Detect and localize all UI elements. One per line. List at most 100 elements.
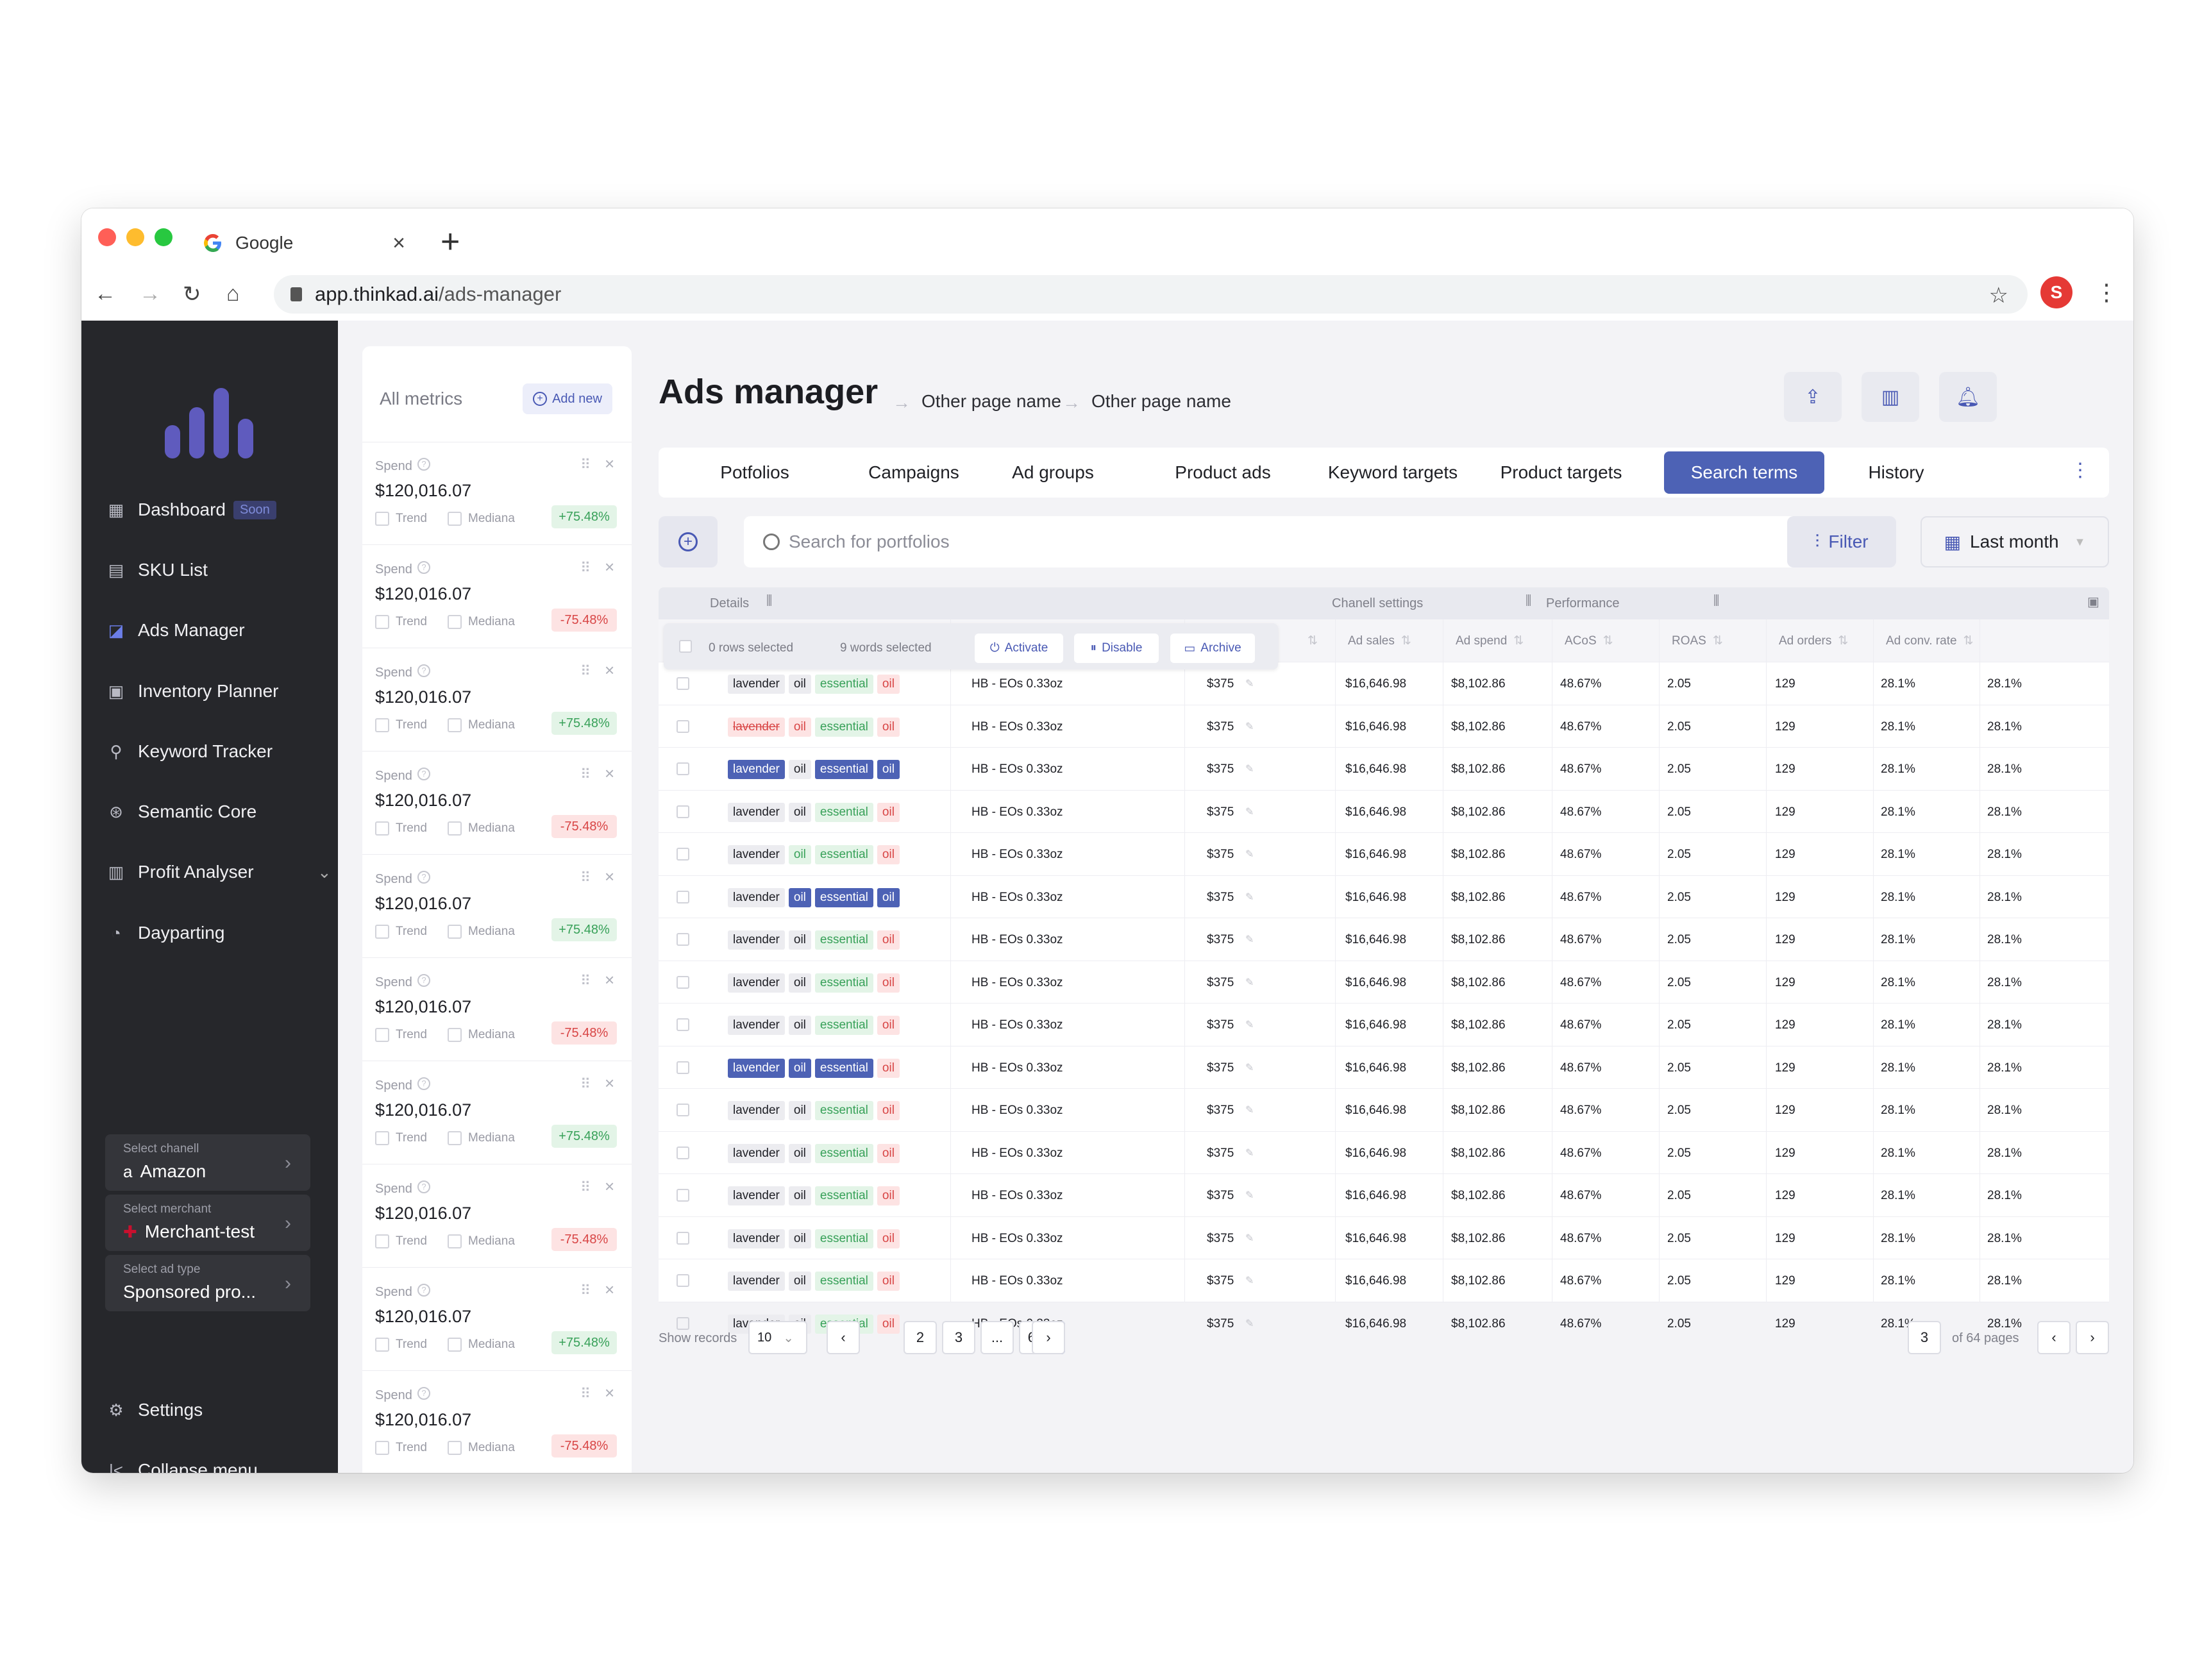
reports-button[interactable]: ▥: [1862, 372, 1919, 422]
keyword-word-chip[interactable]: oil: [877, 1143, 900, 1163]
prev-page-button[interactable]: ‹: [2037, 1321, 2071, 1354]
column-header[interactable]: Ad sales ⇅: [1348, 634, 1411, 648]
drag-handle-icon[interactable]: ⠿: [580, 1282, 591, 1299]
collapse-menu-button[interactable]: |< Collapse menu: [106, 1452, 258, 1473]
metric-card[interactable]: Spend? ⠿ × $120,016.07 Trend Mediana +75.48%: [362, 1062, 632, 1164]
notifications-button[interactable]: 🔔︎: [1939, 372, 1997, 422]
selector-0[interactable]: Select chanell a Amazon ›: [105, 1134, 310, 1191]
trend-checkbox[interactable]: Trend: [375, 1028, 427, 1042]
bookmark-star-icon[interactable]: ☆: [1989, 283, 2008, 308]
sidebar-item-sku-list[interactable]: ▤ SKU List: [106, 552, 208, 588]
edit-icon[interactable]: ✎: [1245, 1061, 1254, 1074]
activate-button[interactable]: ⏻ Activate: [975, 634, 1063, 663]
help-icon[interactable]: ?: [417, 974, 430, 987]
table-row[interactable]: lavenderoilessentialoilHB - EOs 0.33oz$3…: [659, 1130, 2109, 1173]
table-row[interactable]: lavenderoilessentialoilHB - EOs 0.33oz$3…: [659, 1259, 2109, 1301]
export-button[interactable]: ⇪: [1784, 372, 1842, 422]
keyword-word-chip[interactable]: lavender: [728, 1101, 785, 1120]
help-icon[interactable]: ?: [417, 1387, 430, 1400]
close-icon[interactable]: ×: [605, 557, 614, 577]
row-checkbox[interactable]: [677, 1189, 689, 1202]
table-row[interactable]: lavenderoilessentialoilHB - EOs 0.33oz$3…: [659, 1003, 2109, 1045]
metric-card[interactable]: Spend? ⠿ × $120,016.07 Trend Mediana +75.48%: [362, 855, 632, 958]
metric-card[interactable]: Spend? ⠿ × $120,016.07 Trend Mediana -75.48%: [362, 546, 632, 648]
keyword-word-chip[interactable]: essential: [814, 1186, 873, 1205]
next-page-button[interactable]: ›: [2076, 1321, 2109, 1354]
edit-icon[interactable]: ✎: [1245, 805, 1254, 818]
edit-icon[interactable]: ✎: [1245, 848, 1254, 861]
keyword-word-chip[interactable]: oil: [788, 973, 811, 993]
metric-card[interactable]: Spend? ⠿ × $120,016.07 Trend Mediana +75.48%: [362, 442, 632, 545]
drag-handle-icon[interactable]: ⠿: [580, 457, 591, 473]
chevron-down-icon[interactable]: ⌄: [317, 862, 332, 882]
keyword-word-chip[interactable]: oil: [877, 1272, 900, 1291]
row-checkbox[interactable]: [677, 975, 689, 989]
select-all-checkbox[interactable]: [679, 640, 692, 653]
archive-button[interactable]: ▭ Archive: [1170, 634, 1255, 663]
keyword-word-chip[interactable]: oil: [877, 930, 900, 950]
keyword-word-chip[interactable]: lavender: [728, 1016, 785, 1035]
keyword-word-chip[interactable]: oil: [788, 760, 811, 779]
metric-card[interactable]: Spend? ⠿ × $120,016.07 Trend Mediana -75.48%: [362, 752, 632, 855]
breadcrumb-item[interactable]: Other page name: [921, 391, 1061, 412]
close-window-button[interactable]: [98, 228, 116, 246]
columns-icon[interactable]: ⫼: [1526, 594, 1531, 609]
keyword-word-chip[interactable]: lavender: [728, 845, 785, 864]
edit-icon[interactable]: ✎: [1245, 976, 1254, 989]
keyword-word-chip[interactable]: essential: [814, 1272, 873, 1291]
table-row[interactable]: lavenderoilessentialoilHB - EOs 0.33oz$3…: [659, 789, 2109, 832]
close-tab-icon[interactable]: ×: [392, 231, 405, 256]
trend-checkbox[interactable]: Trend: [375, 1441, 427, 1455]
table-row[interactable]: lavenderoilessentialoilHB - EOs 0.33oz$3…: [659, 875, 2109, 918]
minimize-window-button[interactable]: [126, 228, 144, 246]
column-header[interactable]: ROAS ⇅: [1672, 634, 1723, 648]
edit-icon[interactable]: ✎: [1245, 1104, 1254, 1116]
trend-checkbox[interactable]: Trend: [375, 718, 427, 732]
row-checkbox[interactable]: [677, 1018, 689, 1031]
row-checkbox[interactable]: [677, 848, 689, 861]
keyword-word-chip[interactable]: lavender: [728, 802, 785, 822]
keyword-word-chip[interactable]: oil: [877, 1058, 900, 1078]
drag-handle-icon[interactable]: ⠿: [580, 1386, 591, 1402]
keyword-word-chip[interactable]: essential: [814, 760, 873, 779]
keyword-word-chip[interactable]: essential: [814, 675, 873, 694]
keyword-word-chip[interactable]: essential: [814, 930, 873, 950]
edit-icon[interactable]: ✎: [1245, 891, 1254, 903]
table-settings-icon[interactable]: ▣: [2087, 594, 2099, 610]
browser-menu-icon[interactable]: ⋮: [2095, 279, 2118, 306]
column-header[interactable]: ACoS ⇅: [1565, 634, 1613, 648]
table-row[interactable]: lavenderoilessentialoilHB - EOs 0.33oz$3…: [659, 1216, 2109, 1259]
tab-keyword-targets[interactable]: Keyword targets: [1313, 448, 1473, 498]
keyword-word-chip[interactable]: oil: [877, 887, 900, 907]
mediana-checkbox[interactable]: Mediana: [448, 1234, 515, 1248]
row-checkbox[interactable]: [677, 890, 689, 903]
row-checkbox[interactable]: [677, 762, 689, 775]
mediana-checkbox[interactable]: Mediana: [448, 1028, 515, 1042]
mediana-checkbox[interactable]: Mediana: [448, 1441, 515, 1455]
help-icon[interactable]: ?: [417, 1180, 430, 1193]
trend-checkbox[interactable]: Trend: [375, 821, 427, 836]
forward-icon[interactable]: →: [139, 281, 161, 307]
tab-product-ads[interactable]: Product ads: [1165, 448, 1281, 498]
sidebar-item-ads-manager[interactable]: ◪ Ads Manager: [106, 612, 245, 648]
next-page-button[interactable]: ›: [1032, 1321, 1065, 1354]
edit-icon[interactable]: ✎: [1245, 1274, 1254, 1287]
sidebar-item-semantic-core[interactable]: ⊛ Semantic Core: [106, 794, 256, 830]
disable-button[interactable]: ⏸ Disable: [1074, 634, 1159, 663]
drag-handle-icon[interactable]: ⠿: [580, 973, 591, 989]
drag-handle-icon[interactable]: ⠿: [580, 663, 591, 680]
keyword-word-chip[interactable]: oil: [788, 1016, 811, 1035]
tab-history[interactable]: History: [1832, 448, 1960, 498]
page-button[interactable]: 2: [904, 1321, 937, 1354]
table-row[interactable]: lavenderoilessentialoilHB - EOs 0.33oz$3…: [659, 832, 2109, 875]
mediana-checkbox[interactable]: Mediana: [448, 512, 515, 526]
mediana-checkbox[interactable]: Mediana: [448, 1131, 515, 1145]
mediana-checkbox[interactable]: Mediana: [448, 925, 515, 939]
keyword-word-chip[interactable]: oil: [877, 675, 900, 694]
trend-checkbox[interactable]: Trend: [375, 512, 427, 526]
metric-card[interactable]: Spend? ⠿ × $120,016.07 Trend Mediana -75.48%: [362, 1165, 632, 1268]
keyword-word-chip[interactable]: essential: [814, 1143, 873, 1163]
keyword-word-chip[interactable]: oil: [877, 717, 900, 737]
keyword-word-chip[interactable]: oil: [877, 1229, 900, 1248]
reload-icon[interactable]: ↻: [183, 281, 201, 307]
